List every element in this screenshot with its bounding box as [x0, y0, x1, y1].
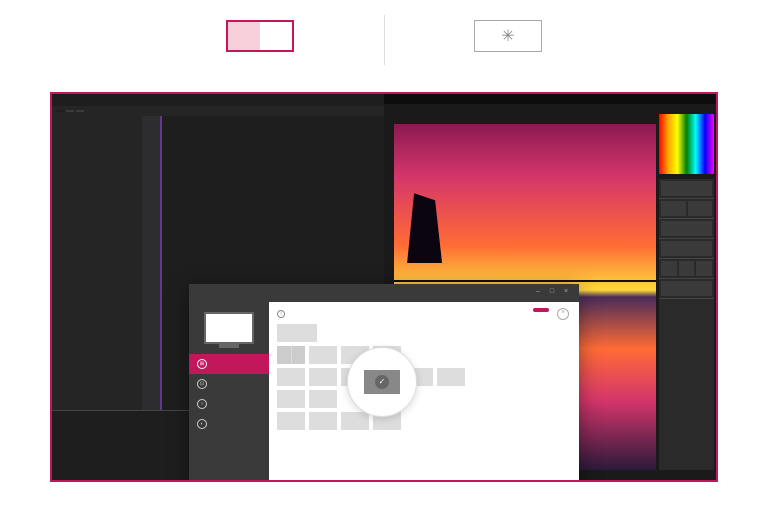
settings-icon: ⊡	[197, 379, 207, 389]
feature-tabs: ✳	[0, 0, 768, 92]
layout-pip[interactable]	[309, 412, 337, 430]
osc-sidebar: ⊞ ⊡ ○ ◐	[189, 302, 269, 482]
check-icon: ✓	[375, 375, 389, 389]
magnifier-highlight: ✓	[347, 347, 417, 417]
spinner-icon: ✳	[501, 26, 514, 46]
tab-loading[interactable]: ✳	[474, 20, 542, 52]
layout-3split[interactable]	[309, 368, 337, 386]
color-palette[interactable]	[659, 114, 714, 174]
layout-2split[interactable]	[309, 346, 337, 364]
presets-icon: ○	[197, 399, 207, 409]
layout-full[interactable]	[277, 324, 317, 342]
apply-button[interactable]	[533, 308, 549, 312]
content-close-icon[interactable]: ×	[557, 308, 569, 320]
photo-titlebar	[384, 94, 716, 104]
layout-3split[interactable]	[437, 368, 465, 386]
ide-tab[interactable]	[66, 110, 74, 112]
ide-titlebar	[52, 94, 384, 106]
info-icon: i	[277, 310, 285, 318]
photo-panels[interactable]	[659, 179, 714, 470]
layout-4split[interactable]	[309, 390, 337, 408]
tree-item[interactable]	[54, 178, 140, 180]
nav-screen-split[interactable]: ⊞	[189, 354, 269, 374]
ide-tab-bar	[52, 106, 384, 116]
layout-3split[interactable]	[277, 368, 305, 386]
selected-layout-icon: ✓	[364, 370, 400, 394]
monitor-icon	[204, 312, 254, 344]
game-icon: ◐	[197, 419, 207, 429]
layout-pip[interactable]	[341, 412, 369, 430]
nav-app-presets[interactable]: ○	[189, 394, 269, 414]
layout-4split[interactable]	[277, 390, 305, 408]
monitor-preview: – □ × ⊞ ⊡ ○ ◐	[50, 92, 718, 482]
split-icon: ⊞	[197, 359, 207, 369]
close-icon[interactable]: ×	[561, 288, 571, 298]
osc-content: i ×	[269, 302, 579, 482]
layout-2split[interactable]	[277, 346, 305, 364]
tab-screen-split[interactable]	[226, 20, 294, 52]
ide-tab[interactable]	[56, 110, 64, 112]
layout-pip[interactable]	[277, 412, 305, 430]
ide-tab[interactable]	[76, 110, 84, 112]
nav-monitor-settings[interactable]: ⊡	[189, 374, 269, 394]
nav-game-mode[interactable]: ◐	[189, 414, 269, 434]
dialog-titlebar[interactable]: – □ ×	[189, 284, 579, 302]
onscreen-control-dialog: – □ × ⊞ ⊡ ○ ◐	[189, 284, 579, 482]
minimize-icon[interactable]: –	[533, 288, 543, 298]
maximize-icon[interactable]: □	[547, 288, 557, 298]
